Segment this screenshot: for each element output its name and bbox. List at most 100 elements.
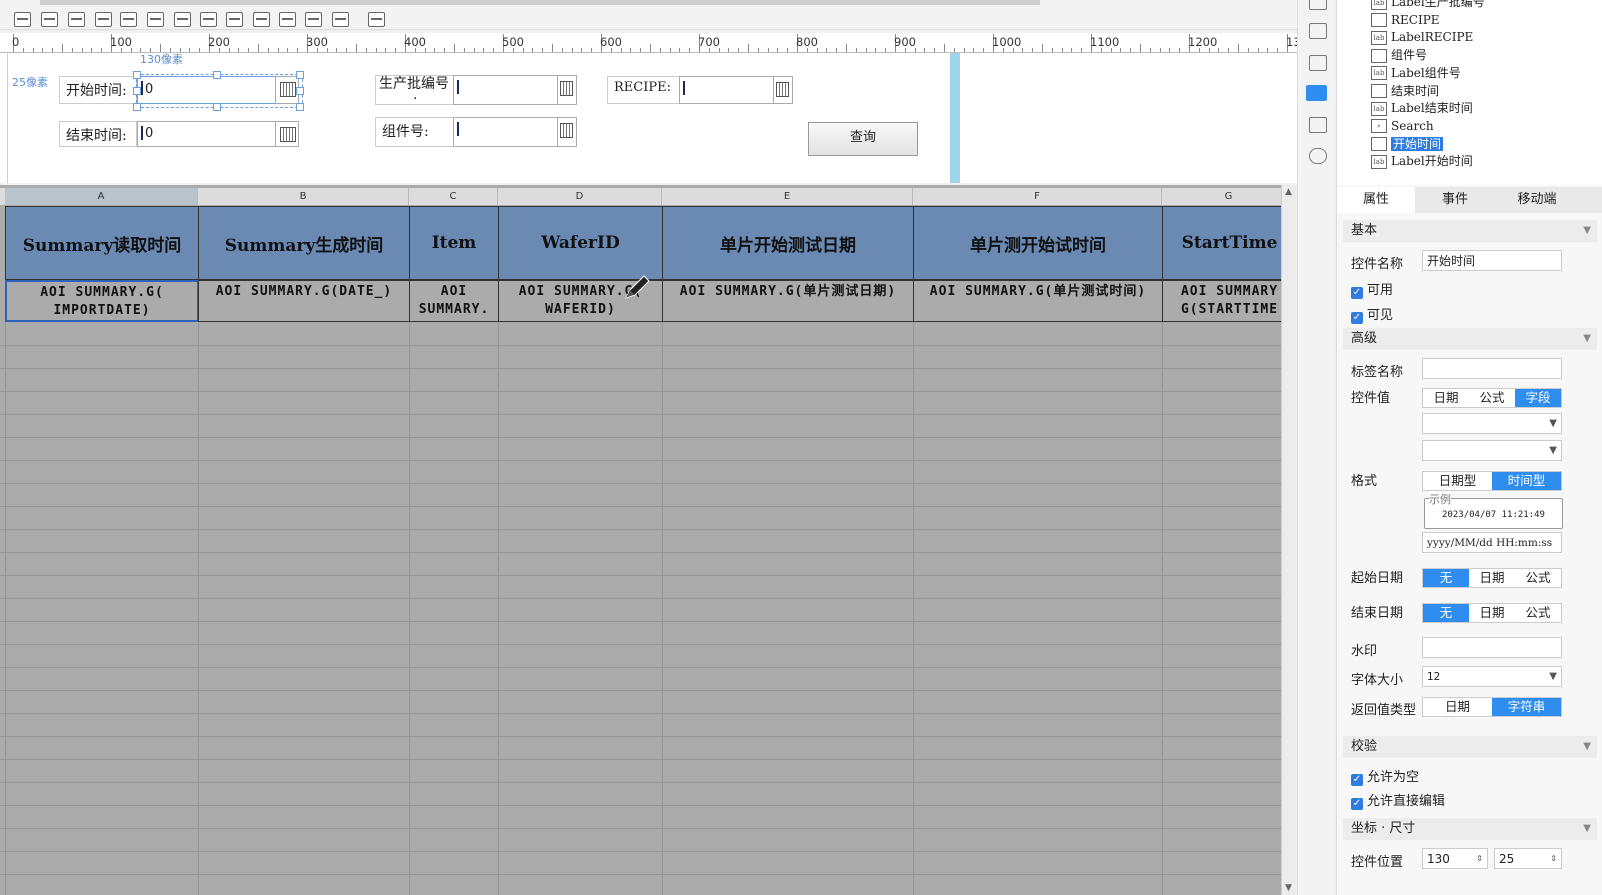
- return-string[interactable]: 字符串: [1492, 698, 1561, 716]
- section-validation[interactable]: 校验 ▼: [1343, 736, 1597, 758]
- start-time-label[interactable]: 开始时间:: [59, 76, 137, 104]
- resize-handle[interactable]: [133, 87, 141, 95]
- return-date[interactable]: 日期: [1423, 698, 1492, 716]
- tree-node[interactable]: ⌕ Search: [1371, 118, 1434, 134]
- dataset-panel-icon[interactable]: [1309, 23, 1327, 39]
- tag-tool-icon[interactable]: [305, 12, 322, 27]
- resize-handle[interactable]: [296, 71, 304, 79]
- text-area-tool-icon[interactable]: [253, 12, 270, 27]
- tree-node[interactable]: lab Label结束时间: [1371, 100, 1473, 116]
- end-date-mode[interactable]: 无 日期 公式: [1422, 603, 1562, 623]
- data-cell[interactable]: AOI SUMMARY.: [409, 280, 499, 322]
- part-number-label[interactable]: 组件号:: [375, 117, 454, 147]
- end-formula[interactable]: 公式: [1515, 604, 1561, 622]
- label-tool-icon[interactable]: [14, 12, 31, 27]
- section-advanced[interactable]: 高级 ▼: [1343, 328, 1597, 350]
- radio-group-tool-icon[interactable]: [200, 12, 217, 27]
- combo-tool-icon[interactable]: [95, 12, 112, 27]
- query-button[interactable]: 查询: [808, 122, 918, 156]
- widget-value-mode[interactable]: 日期 公式 字段: [1422, 388, 1562, 408]
- start-date[interactable]: 日期: [1469, 569, 1515, 587]
- column-select[interactable]: ▼: [1422, 440, 1562, 461]
- batch-number-input[interactable]: [453, 75, 559, 105]
- column-letter[interactable]: F: [913, 188, 1162, 205]
- batch-picker-button[interactable]: [557, 75, 577, 105]
- recipe-label[interactable]: RECIPE:: [607, 76, 681, 104]
- start-date-mode[interactable]: 无 日期 公式: [1422, 568, 1562, 588]
- data-cell[interactable]: AOI SUMMARY.G(单片测试日期): [662, 280, 914, 322]
- section-basic[interactable]: 基本 ▼: [1343, 220, 1597, 242]
- tag-name-field[interactable]: [1422, 358, 1562, 379]
- column-letter[interactable]: D: [498, 188, 662, 205]
- tree-node[interactable]: 结束时间: [1371, 83, 1439, 99]
- dropdown-tool-icon[interactable]: [68, 12, 85, 27]
- tree-node[interactable]: lab Label开始时间: [1371, 153, 1473, 169]
- column-letter[interactable]: G: [1162, 188, 1296, 205]
- tree-node[interactable]: RECIPE: [1371, 12, 1440, 28]
- tree-node[interactable]: 开始时间: [1371, 136, 1444, 152]
- resize-handle[interactable]: [213, 71, 221, 79]
- end-calendar-button[interactable]: [275, 121, 299, 147]
- tab-properties[interactable]: 属性: [1337, 187, 1415, 213]
- spinner-icon[interactable]: ⇕: [1550, 849, 1557, 869]
- textbox-tool-icon[interactable]: [41, 12, 58, 27]
- tab-mobile[interactable]: 移动端: [1497, 187, 1577, 213]
- position-y-field[interactable]: 25 ⇕: [1494, 848, 1562, 869]
- allow-edit-checkbox[interactable]: ✓ 允许直接编辑: [1351, 790, 1445, 810]
- scroll-up-icon[interactable]: ▲: [1285, 187, 1292, 197]
- widget-panel-icon[interactable]: [1306, 85, 1327, 101]
- column-letter[interactable]: E: [662, 188, 913, 205]
- watermark-field[interactable]: [1422, 637, 1562, 658]
- header-cell[interactable]: Item: [409, 206, 499, 280]
- resize-handle[interactable]: [213, 103, 221, 111]
- format-type[interactable]: 日期型 时间型: [1422, 471, 1562, 491]
- end-time-input[interactable]: 0: [137, 121, 277, 147]
- checkbox-group-tool-icon[interactable]: [226, 12, 243, 27]
- resize-handle[interactable]: [296, 103, 304, 111]
- header-cell[interactable]: StartTime: [1162, 206, 1296, 280]
- section-coords[interactable]: 坐标 · 尺寸 ▼: [1343, 818, 1597, 840]
- resize-handle[interactable]: [296, 87, 304, 95]
- tab-events[interactable]: 事件: [1415, 187, 1495, 213]
- button-tool-icon[interactable]: [279, 12, 296, 27]
- mode-field[interactable]: 字段: [1515, 389, 1561, 407]
- format-date[interactable]: 日期型: [1423, 472, 1492, 490]
- frame-panel-icon[interactable]: [1309, 55, 1327, 71]
- header-cell[interactable]: 单片测开始试时间: [913, 206, 1163, 280]
- scroll-down-icon[interactable]: ▼: [1285, 883, 1292, 893]
- tree-tool-icon[interactable]: [332, 12, 349, 27]
- batch-number-label[interactable]: 生产批编号 ·: [375, 75, 454, 107]
- end-time-label[interactable]: 结束时间:: [59, 121, 137, 147]
- part-number-input[interactable]: [453, 117, 559, 147]
- number-tool-icon[interactable]: [147, 12, 164, 27]
- link-panel-icon[interactable]: [1309, 148, 1327, 164]
- mode-formula[interactable]: 公式: [1469, 389, 1515, 407]
- layer-panel-icon[interactable]: [1309, 117, 1327, 133]
- recipe-input[interactable]: [679, 76, 775, 104]
- part-picker-button[interactable]: [557, 117, 577, 147]
- start-none[interactable]: 无: [1423, 569, 1469, 587]
- data-cell[interactable]: AOI SUMMARY.G(单片测试时间): [913, 280, 1163, 322]
- position-x-field[interactable]: 130 ⇕: [1422, 848, 1488, 869]
- tree-node[interactable]: 组件号: [1371, 47, 1427, 63]
- start-formula[interactable]: 公式: [1515, 569, 1561, 587]
- tree-node[interactable]: lab Label组件号: [1371, 65, 1461, 81]
- form-design-canvas[interactable]: 130像素 25像素 开始时间: 0 结束时间: 0 生产批编号 · 组件号: …: [8, 53, 1318, 183]
- mode-date[interactable]: 日期: [1423, 389, 1469, 407]
- recipe-picker-button[interactable]: [773, 76, 793, 104]
- return-type-mode[interactable]: 日期 字符串: [1422, 697, 1562, 717]
- enabled-checkbox[interactable]: ✓ 可用: [1351, 279, 1393, 299]
- tree-node[interactable]: lab LabelRECIPE: [1371, 29, 1473, 45]
- data-cell[interactable]: AOI SUMMARY.G(DATE_): [198, 280, 410, 322]
- grid-panel-icon[interactable]: [1309, 0, 1327, 10]
- font-size-select[interactable]: 12 ▼: [1422, 666, 1562, 687]
- data-cell[interactable]: AOI SUMMARY.G( IMPORTDATE): [5, 280, 199, 322]
- visible-checkbox[interactable]: ✓ 可见: [1351, 304, 1393, 324]
- end-none[interactable]: 无: [1423, 604, 1469, 622]
- dataset-select[interactable]: ▼: [1422, 413, 1562, 434]
- data-cell[interactable]: AOI SUMMARY G(STARTTIME: [1162, 280, 1296, 322]
- header-cell[interactable]: Summary生成时间: [198, 206, 410, 280]
- column-letter[interactable]: C: [409, 188, 498, 205]
- header-cell[interactable]: Summary读取时间: [5, 206, 199, 280]
- resize-handle[interactable]: [133, 103, 141, 111]
